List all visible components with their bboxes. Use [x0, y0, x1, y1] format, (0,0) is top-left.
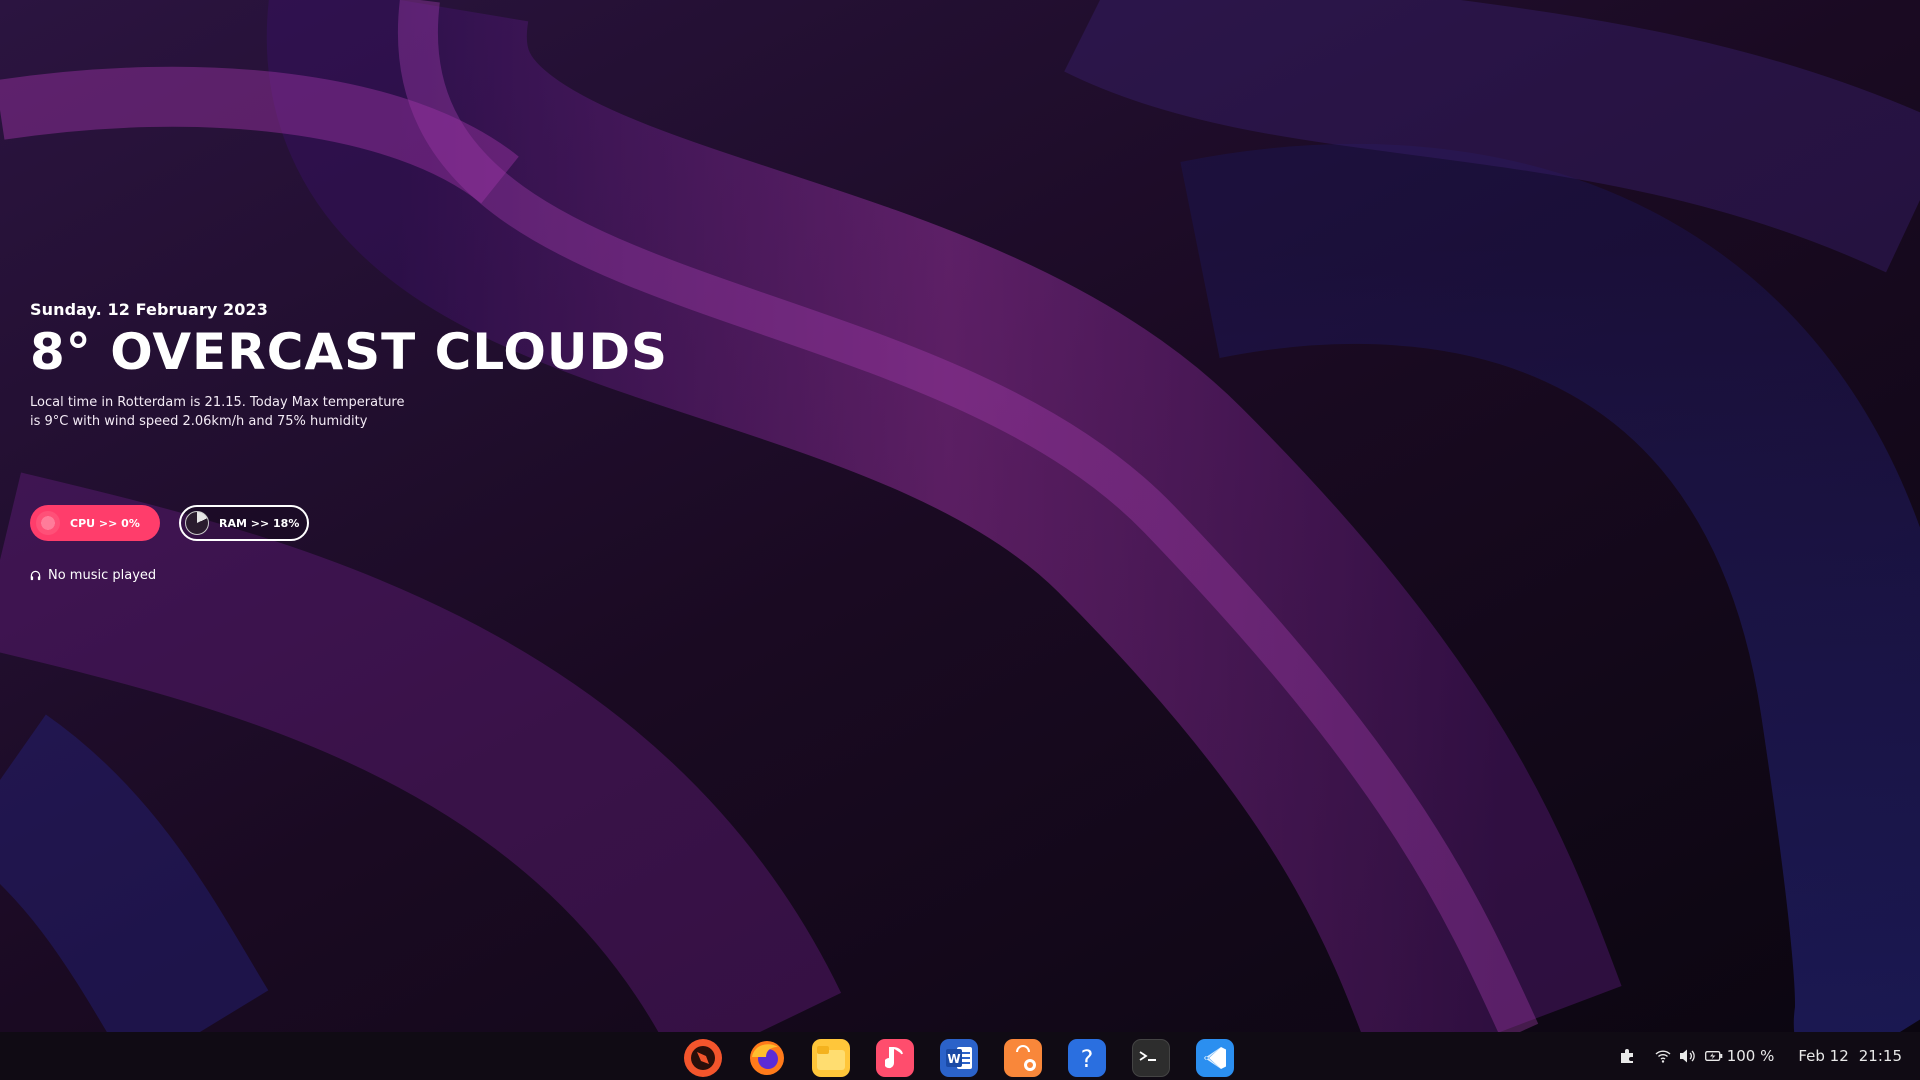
volume-icon[interactable] [1679, 1048, 1697, 1064]
wifi-icon[interactable] [1655, 1049, 1671, 1063]
clock-time[interactable]: 21:15 [1859, 1047, 1902, 1065]
ram-label: RAM >> 18% [219, 516, 300, 530]
puzzle-icon[interactable] [1619, 1048, 1635, 1064]
headphones-icon [30, 570, 41, 581]
music-app-icon[interactable] [876, 1039, 914, 1077]
weather-headline: 8° OVERCAST CLOUDS [30, 323, 669, 381]
software-store-icon[interactable] [1004, 1039, 1042, 1077]
battery-percentage: 100 % [1726, 1047, 1775, 1065]
ram-icon [185, 511, 209, 535]
system-monitor: CPU >> 0% RAM >> 18% [30, 505, 309, 541]
cpu-usage-pill[interactable]: CPU >> 0% [30, 505, 160, 541]
svg-text:W: W [947, 1052, 960, 1066]
ram-usage-pill[interactable]: RAM >> 18% [179, 505, 309, 541]
word-icon[interactable]: W [940, 1039, 978, 1077]
firefox-icon[interactable] [748, 1039, 786, 1077]
terminal-icon[interactable] [1132, 1039, 1170, 1077]
taskbar: W ? 100 % Feb 12 21:15 [0, 1032, 1920, 1080]
widget-date: Sunday. 12 February 2023 [30, 300, 268, 319]
dock: W ? [684, 1039, 1234, 1077]
battery-icon[interactable] [1704, 1050, 1723, 1062]
weather-widget: Sunday. 12 February 2023 8° OVERCAST CLO… [30, 300, 730, 583]
cpu-label: CPU >> 0% [70, 516, 140, 530]
weather-description: Local time in Rotterdam is 21.15. Today … [30, 395, 405, 429]
svg-text:?: ? [1081, 1045, 1094, 1072]
cpu-icon [36, 511, 60, 535]
music-status: No music played [30, 568, 156, 583]
system-app-icon[interactable] [684, 1039, 722, 1077]
files-icon[interactable] [812, 1039, 850, 1077]
help-icon[interactable]: ? [1068, 1039, 1106, 1077]
clock-date[interactable]: Feb 12 [1798, 1047, 1848, 1065]
music-status-text: No music played [48, 568, 157, 583]
vscode-icon[interactable] [1196, 1039, 1234, 1077]
system-tray: 100 % Feb 12 21:15 [1619, 1032, 1902, 1080]
